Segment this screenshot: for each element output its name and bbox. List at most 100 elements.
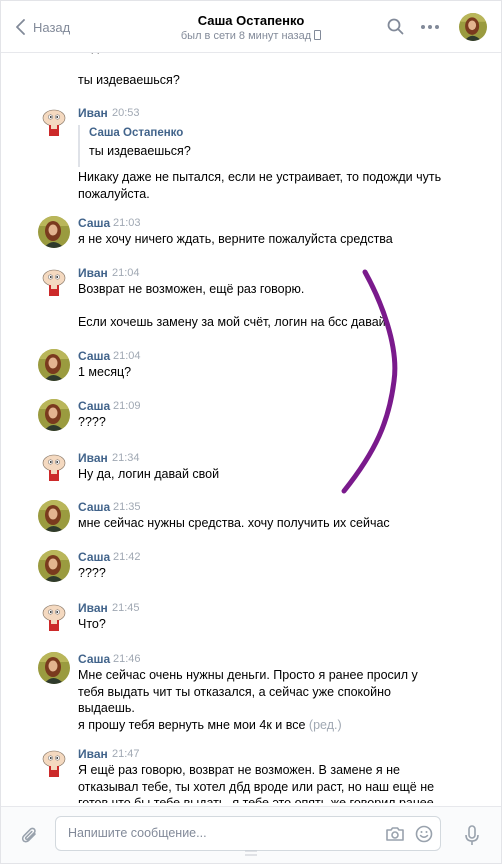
message-author[interactable]: Саша [78, 399, 110, 413]
chat-window: Назад Саша Остапенко был в сети 8 минут … [0, 0, 502, 864]
message-time[interactable]: 21:35 [113, 501, 141, 513]
camera-icon[interactable] [385, 825, 405, 843]
quoted-message[interactable]: Саша Остапенко ты издеваешься? [78, 125, 460, 167]
stewie-avatar-image [38, 266, 70, 298]
sasha-avatar-image [38, 550, 70, 582]
message-text: 1 месяц? [78, 365, 132, 379]
message-avatar[interactable] [38, 349, 70, 381]
message-text: Возврат не возможен, ещё раз говорю. [78, 282, 305, 296]
message-input-box[interactable] [55, 816, 441, 851]
attach-icon[interactable] [21, 826, 39, 846]
message-text-line: тебя выдать чит ты отказался, а сейчас у… [78, 685, 391, 699]
message-time[interactable]: 21:47 [112, 748, 140, 760]
chat-status: был в сети 8 минут назад [1, 30, 501, 42]
message-text: готов что бы тебе выдать. я тебе это опя… [78, 796, 434, 803]
sasha-avatar-image [38, 216, 70, 248]
phone-icon [314, 30, 322, 40]
message-text-line: Что? [78, 617, 106, 631]
message-avatar[interactable] [38, 550, 70, 582]
sasha-avatar-image [38, 399, 70, 431]
message-text: пожалуйста. [78, 186, 150, 201]
message-avatar[interactable] [38, 500, 70, 532]
chat-header: Назад Саша Остапенко был в сети 8 минут … [1, 1, 501, 53]
message-history[interactable]: неделя стоит 1500 ты издеваешься? Иван 20:5… [1, 53, 501, 803]
message-text-line: выдаешь. [78, 701, 135, 715]
message-text-line: ты издеваешься? [78, 73, 180, 87]
message-author[interactable]: Иван [78, 266, 108, 280]
message-time[interactable]: 21:42 [113, 551, 141, 563]
quote-author[interactable]: Саша Остапенко [89, 127, 183, 139]
message-avatar[interactable] [38, 451, 70, 483]
message-author[interactable]: Саша [78, 550, 110, 564]
message-text-line: Если хочешь замену за мой счёт, логин на… [78, 315, 389, 329]
sasha-avatar-image [459, 13, 487, 41]
message-avatar[interactable] [38, 266, 70, 298]
resize-handle-icon[interactable] [245, 850, 257, 856]
sasha-avatar-image [38, 652, 70, 684]
message-time[interactable]: 21:03 [113, 217, 141, 229]
message-text: я не хочу ничего ждать, верните пожалуйс… [78, 232, 393, 246]
message-text: отказывал тебе, ты хотел дбд вроде или р… [78, 779, 435, 794]
message-text-line: Я ещё раз говорю, возврат не возможен. В… [78, 763, 400, 777]
message-author[interactable]: Иван [78, 106, 108, 120]
sasha-avatar-image [38, 349, 70, 381]
message-avatar[interactable] [38, 601, 70, 633]
message-author[interactable]: Иван [78, 451, 108, 465]
message-avatar[interactable] [38, 106, 70, 138]
message-text: ты издеваешься? [78, 73, 180, 87]
message-text: неделя стоит 1500 [78, 53, 186, 54]
message-time[interactable]: 21:46 [113, 653, 141, 665]
message-text-line: отказывал тебе, ты хотел дбд вроде или р… [78, 780, 434, 794]
message-text: Ну да, логин давай свой [78, 467, 220, 481]
microphone-icon[interactable] [464, 825, 480, 847]
message-text-line: готов что бы тебе выдать. я тебе это опя… [78, 796, 434, 803]
message-text-line: ???? [78, 415, 106, 429]
stewie-avatar-image [38, 106, 70, 138]
sasha-avatar-image [38, 500, 70, 532]
message-text-line: мне сейчас нужны средства. хочу получить… [78, 516, 390, 530]
message-avatar[interactable] [38, 399, 70, 431]
stewie-avatar-image [38, 747, 70, 779]
more-icon[interactable] [420, 24, 440, 30]
message-text-line: пожалуйста. [78, 187, 150, 201]
message-time[interactable]: 21:04 [113, 350, 141, 362]
message-text: ???? [78, 415, 106, 429]
message-text: ???? [78, 566, 106, 580]
message-text-line: я не хочу ничего ждать, верните пожалуйс… [78, 232, 393, 246]
message-text: Я ещё раз говорю, возврат не возможен. В… [78, 763, 401, 777]
stewie-avatar-image [38, 451, 70, 483]
quote-text: ты издеваешься? [89, 144, 191, 158]
message-text-line: Ну да, логин давай свой [78, 467, 219, 481]
message-author[interactable]: Саша [78, 349, 110, 363]
message-text: я прошу тебя вернуть мне мои 4к и все [78, 717, 306, 732]
message-text: Никаку даже не пытался, если не устраива… [78, 170, 442, 184]
message-author[interactable]: Иван [78, 601, 108, 615]
message-text: выдаешь. [78, 701, 135, 715]
message-text: Если хочешь замену за мой счёт, логин на… [78, 315, 390, 329]
message-author[interactable]: Иван [78, 747, 108, 761]
message-time[interactable]: 21:09 [113, 400, 141, 412]
message-author[interactable]: Саша [78, 216, 110, 230]
smile-icon[interactable] [415, 825, 433, 843]
edited-mark[interactable]: (ред.) [309, 718, 342, 732]
message-text-line: Мне сейчас очень нужны деньги. Просто я … [78, 668, 418, 682]
message-author[interactable]: Саша [78, 500, 110, 514]
message-avatar[interactable] [38, 652, 70, 684]
message-avatar[interactable] [38, 747, 70, 779]
message-time[interactable]: 20:53 [112, 107, 140, 119]
message-time[interactable]: 21:04 [112, 267, 140, 279]
message-time[interactable]: 21:45 [112, 602, 140, 614]
message-author[interactable]: Саша [78, 652, 110, 666]
message-text-line: Никаку даже не пытался, если не устраива… [78, 170, 441, 184]
search-icon[interactable] [387, 18, 404, 35]
header-avatar[interactable] [459, 13, 487, 41]
message-text-line: неделя стоит 1500 [78, 53, 186, 54]
message-text: тебя выдать чит ты отказался, а сейчас у… [78, 684, 391, 699]
message-time[interactable]: 21:34 [112, 452, 140, 464]
stewie-avatar-image [38, 601, 70, 633]
message-text-line: 1 месяц? [78, 365, 131, 379]
message-text: Мне сейчас очень нужны деньги. Просто я … [78, 668, 418, 682]
message-text: Что? [78, 617, 106, 631]
message-input[interactable] [66, 825, 370, 841]
message-avatar[interactable] [38, 216, 70, 248]
